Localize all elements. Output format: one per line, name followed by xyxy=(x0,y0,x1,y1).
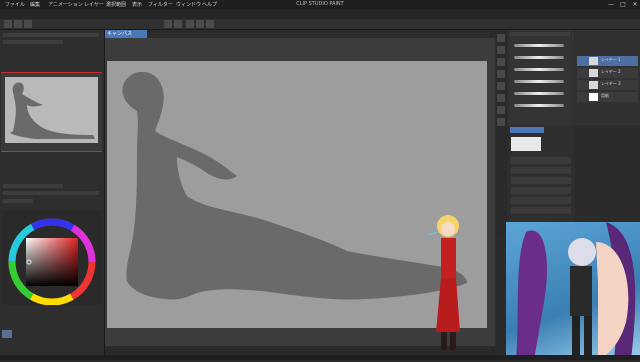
layer-thumbnail xyxy=(589,93,598,101)
brush-panel-header xyxy=(510,32,570,36)
menu-help[interactable]: ヘルプ xyxy=(200,1,219,9)
character-figure xyxy=(401,215,495,350)
menu-bar xyxy=(0,9,640,19)
brush-preset-4[interactable] xyxy=(514,80,564,83)
command-bar xyxy=(0,19,640,30)
navigator-thumbnail[interactable] xyxy=(5,77,98,143)
property-row[interactable] xyxy=(511,197,571,204)
brush-preset-2[interactable] xyxy=(514,56,564,59)
menu-window[interactable]: ウィンドウ xyxy=(174,1,203,9)
layer-row[interactable]: レイヤー 2 xyxy=(577,68,638,78)
brush-preset-3[interactable] xyxy=(514,68,564,71)
property-row[interactable] xyxy=(511,187,571,194)
brush-preset-1[interactable] xyxy=(514,44,564,47)
property-row[interactable] xyxy=(511,167,571,174)
navigator-panel[interactable] xyxy=(1,72,102,152)
taskbar xyxy=(0,355,640,360)
eraser-icon[interactable] xyxy=(497,46,505,54)
menu-animation[interactable]: アニメーション xyxy=(46,1,85,9)
property-row[interactable] xyxy=(511,157,571,164)
maximize-button[interactable]: □ xyxy=(618,1,628,8)
navigator-preview-image xyxy=(10,82,95,139)
save-icon[interactable] xyxy=(24,20,32,28)
brush-size-slider[interactable] xyxy=(3,184,63,188)
menu-edit[interactable]: 編集 xyxy=(28,1,42,9)
brush-panel xyxy=(508,30,574,125)
tool-property-panel xyxy=(508,125,574,222)
color-wheel[interactable] xyxy=(2,210,102,306)
tab-canvas[interactable]: キャンバス xyxy=(105,30,147,38)
property-row[interactable] xyxy=(511,207,571,214)
layer-row[interactable]: 用紙 xyxy=(577,92,638,102)
text-icon[interactable] xyxy=(497,82,505,90)
opacity-slider[interactable] xyxy=(3,191,99,195)
pen-icon[interactable] xyxy=(497,34,505,42)
menu-file[interactable]: ファイル xyxy=(3,1,27,9)
layer-name: 用紙 xyxy=(601,93,609,98)
color-panel-header xyxy=(3,199,33,203)
webcam-overlay xyxy=(506,222,640,360)
menu-view[interactable]: 表示 xyxy=(130,1,144,9)
layer-name: レイヤー 2 xyxy=(601,69,621,74)
hand-icon[interactable] xyxy=(497,106,505,114)
zoom-icon[interactable] xyxy=(497,118,505,126)
character-avatar xyxy=(401,212,495,357)
layer-row[interactable]: レイヤー 3 xyxy=(577,80,638,90)
clear-icon[interactable] xyxy=(186,20,194,28)
layer-row[interactable]: レイヤー 1 xyxy=(577,56,638,66)
menu-layer[interactable]: レイヤー xyxy=(82,1,106,9)
undo-icon[interactable] xyxy=(164,20,172,28)
color-wheel-panel xyxy=(2,210,102,306)
vtuber-avatar xyxy=(516,222,636,360)
eyedropper-icon[interactable] xyxy=(497,94,505,102)
panel-header xyxy=(3,33,99,37)
brush-preset-5[interactable] xyxy=(514,92,564,95)
panel-subheader xyxy=(3,40,63,44)
select-icon[interactable] xyxy=(497,70,505,78)
brush-preview xyxy=(511,137,541,151)
layer-name: レイヤー 3 xyxy=(601,81,621,86)
transform-icon[interactable] xyxy=(196,20,204,28)
layer-thumbnail xyxy=(589,69,598,77)
new-icon[interactable] xyxy=(4,20,12,28)
menu-filter[interactable]: フィルター xyxy=(146,1,175,9)
menu-selection[interactable]: 選択範囲 xyxy=(104,1,128,9)
main-color-swatch[interactable] xyxy=(2,330,12,338)
minimize-button[interactable]: — xyxy=(606,1,616,8)
layer-thumbnail xyxy=(589,57,598,65)
layer-name: レイヤー 1 xyxy=(601,57,621,62)
open-icon[interactable] xyxy=(14,20,22,28)
layer-thumbnail xyxy=(589,81,598,89)
layer-panel: レイヤー 1 レイヤー 2 レイヤー 3 用紙 xyxy=(575,30,640,125)
redo-icon[interactable] xyxy=(174,20,182,28)
close-button[interactable]: ✕ xyxy=(630,1,640,8)
snap-icon[interactable] xyxy=(206,20,214,28)
panel-tab[interactable] xyxy=(510,127,544,133)
property-row[interactable] xyxy=(511,177,571,184)
brush-preset-6[interactable] xyxy=(514,104,564,107)
fill-icon[interactable] xyxy=(497,58,505,66)
